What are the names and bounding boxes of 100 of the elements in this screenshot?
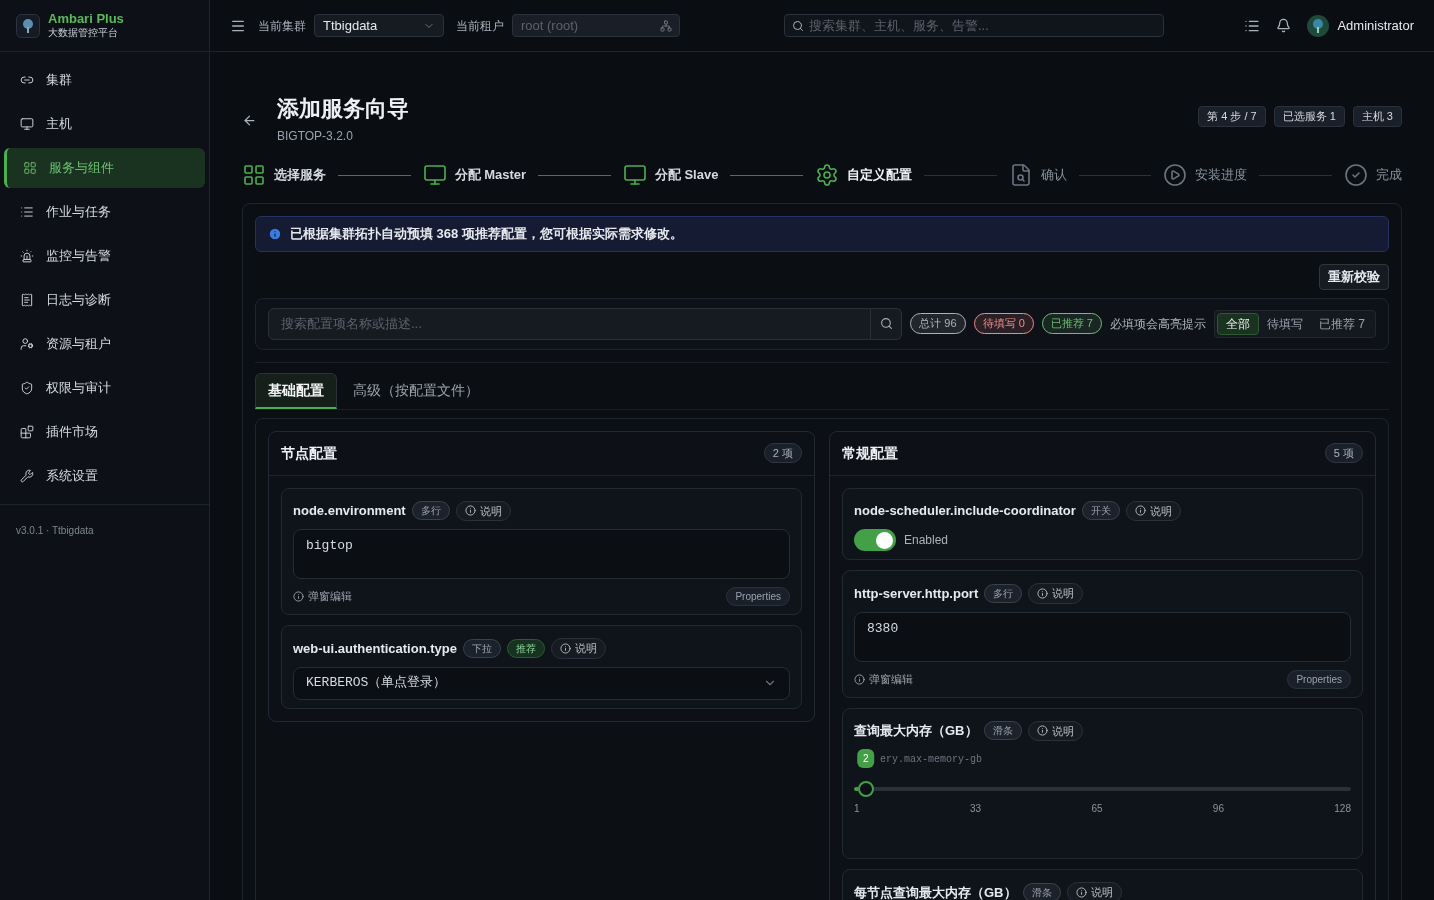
cluster-select[interactable]: Ttbigdata [314, 14, 444, 37]
sidebar-item[interactable]: 作业与任务 [4, 192, 205, 232]
sidebar-item[interactable]: 集群 [4, 60, 205, 100]
cluster-label: 当前集群 [258, 17, 306, 35]
wizard-step: 选择服务 [242, 163, 326, 187]
brand-subtitle: 大数据管控平台 [48, 27, 119, 40]
slider-thumb[interactable] [857, 781, 874, 797]
toggle-switch[interactable] [854, 529, 896, 551]
sidebar-item[interactable]: 日志与诊断 [4, 280, 205, 320]
back-icon[interactable] [242, 113, 257, 128]
brand-name: Ambari Plus [48, 11, 124, 28]
config-name: 每节点查询最大内存（GB） [854, 883, 1017, 900]
search-icon [879, 317, 893, 330]
wizard-step: 分配 Slave [622, 163, 719, 187]
sidebar-item[interactable]: 权限与审计 [4, 368, 205, 408]
grid-icon [242, 163, 266, 187]
segment-option[interactable]: 待填写 [1259, 313, 1311, 334]
page-subtitle: BIGTOP-3.2.0 [277, 128, 354, 145]
siren-icon [20, 249, 34, 263]
version-text: v3.0.1 · Ttbigdata [16, 525, 94, 536]
tenant-label: 当前租户 [456, 17, 504, 35]
info-icon [293, 591, 304, 602]
type-tag: 滑条 [983, 721, 1022, 741]
type-tag: 开关 [1081, 501, 1120, 521]
settings-icon [815, 163, 840, 187]
type-tag: 多行 [984, 583, 1023, 603]
count-badge: 5 项 [1324, 442, 1363, 464]
config-search-field[interactable]: 搜索配置项名称或描述... [268, 307, 872, 340]
config-name: web-ui.authentication.type [293, 639, 457, 658]
popup-edit-link[interactable]: 弹窗编辑 [854, 670, 913, 688]
search-button[interactable] [871, 307, 903, 340]
help-button[interactable]: 说明 [1066, 882, 1122, 900]
text-area[interactable]: bigtop [293, 529, 790, 579]
logo-icon [16, 13, 40, 38]
config-name: node-scheduler.include-coordinator [854, 502, 1076, 520]
info-icon [268, 227, 282, 241]
help-button[interactable]: 说明 [455, 500, 511, 521]
grid-icon [23, 161, 37, 175]
popup-edit-link[interactable]: 弹窗编辑 [293, 588, 352, 605]
sidebar-item[interactable]: 系统设置 [4, 456, 205, 496]
value-tooltip: 2 [857, 749, 875, 768]
type-tag: 滑条 [1022, 882, 1061, 900]
alert-text: 已根据集群拓扑自动预填 368 项推荐配置，您可根据实际需求修改。 [290, 225, 683, 244]
group-title: 常规配置 [842, 443, 898, 463]
tab[interactable]: 基础配置 [255, 372, 337, 409]
shield-icon [20, 381, 34, 395]
type-tag: 多行 [411, 501, 450, 521]
format-tag: Properties [726, 587, 790, 606]
network-icon [660, 19, 672, 32]
format-tag: Properties [1287, 669, 1351, 689]
config-name: 查询最大内存（GB） [854, 722, 978, 740]
help-button[interactable]: 说明 [1028, 583, 1084, 604]
sidebar-item[interactable]: 资源与租户 [4, 324, 205, 364]
info-icon [1036, 725, 1048, 737]
info-icon [854, 673, 865, 685]
tenant-field[interactable]: root (root) [512, 14, 680, 37]
count-badge: 已推荐 7 [1041, 313, 1102, 334]
user-icon [20, 337, 34, 351]
global-search-field[interactable]: 搜索集群、主机、服务、告警... [784, 14, 1164, 37]
text-area[interactable]: 8380 [854, 611, 1351, 662]
switch-label: Enabled [904, 532, 949, 549]
tick-label: 65 [1091, 802, 1103, 816]
count-badge: 总计 96 [910, 313, 966, 334]
play-icon [1163, 163, 1188, 187]
sidebar-item[interactable]: 监控与告警 [4, 236, 205, 276]
recommended-tag: 推荐 [506, 638, 545, 658]
link-icon [20, 73, 34, 87]
wizard-step: 自定义配置 [815, 163, 913, 187]
tick-label: 128 [1334, 802, 1351, 816]
sidebar-item[interactable]: 服务与组件 [4, 148, 205, 188]
help-button[interactable]: 说明 [1125, 500, 1181, 521]
monitor-icon [422, 163, 447, 187]
receipt-icon [20, 293, 34, 307]
wrench-icon [20, 469, 34, 483]
wizard-step: 完成 [1343, 163, 1402, 187]
select-field[interactable]: KERBEROS（单点登录） [293, 666, 790, 700]
sidebar-item[interactable]: 主机 [4, 104, 205, 144]
tab[interactable]: 高级（按配置文件） [341, 372, 491, 409]
help-button[interactable]: 说明 [550, 638, 606, 659]
config-name: http-server.http.port [854, 584, 979, 603]
page-title: 添加服务向导 [277, 95, 409, 123]
tick-label: 1 [854, 802, 860, 816]
user-name: Administrator [1337, 16, 1414, 35]
notification-icon[interactable] [1276, 18, 1292, 33]
count-badge: 2 项 [763, 442, 802, 464]
segment-option[interactable]: 全部 [1217, 312, 1259, 335]
avatar[interactable] [1307, 14, 1330, 37]
info-badge: 已选服务 1 [1273, 106, 1345, 127]
count-badge: 待填写 0 [973, 313, 1034, 334]
tick-label: 33 [969, 802, 982, 816]
revalidate-button[interactable]: 重新校验 [1319, 264, 1389, 290]
help-button[interactable]: 说明 [1027, 720, 1083, 741]
info-icon [1075, 886, 1087, 898]
sidebar-item[interactable]: 插件市场 [4, 412, 205, 452]
segment-option[interactable]: 已推荐 7 [1311, 313, 1373, 334]
monitor-icon [20, 117, 34, 131]
wizard-step: 安装进度 [1163, 163, 1248, 187]
hint-text: 必填项会高亮提示 [1110, 315, 1206, 333]
info-icon [559, 642, 571, 654]
info-icon [1134, 505, 1146, 517]
